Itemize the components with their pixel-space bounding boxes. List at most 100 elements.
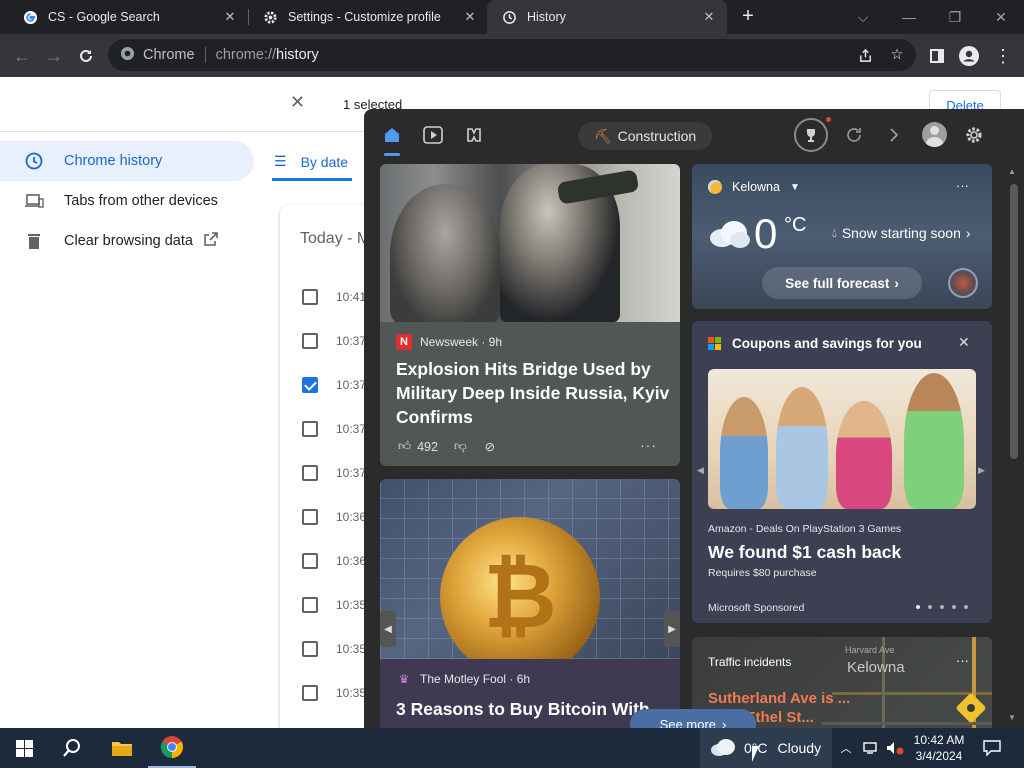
history-row[interactable]: 10:37 [280, 319, 370, 363]
chevron-up-icon[interactable]: ︿ [838, 728, 854, 768]
history-row[interactable]: 10:35 [280, 671, 370, 715]
carousel-next-icon[interactable]: ▶ [978, 465, 985, 476]
pager-dot[interactable] [952, 605, 956, 609]
menu-kebab-icon[interactable]: ⋮ [990, 43, 1016, 69]
more-options-icon[interactable]: ··· [640, 437, 657, 453]
history-row[interactable]: 10:41 [280, 275, 370, 319]
row-checkbox[interactable] [302, 685, 318, 701]
row-checkbox[interactable] [302, 465, 318, 481]
news-card-motley-fool[interactable]: ₿ ♛ The Motley Fool · 6h 3 Reasons to Bu… [380, 479, 680, 728]
url-host: history [276, 47, 319, 63]
news-card-newsweek[interactable]: N Newsweek · 9h Explosion Hits Bridge Us… [380, 164, 680, 466]
minimize-icon[interactable]: — [886, 0, 932, 34]
coupons-card[interactable]: Coupons and savings for you ✕ Amazon - D… [692, 321, 992, 623]
chevron-right-icon[interactable] [881, 122, 907, 148]
new-tab-button[interactable]: + [737, 6, 759, 28]
history-row[interactable]: 10:37 [280, 407, 370, 451]
taskbar-weather-widget[interactable]: 0°C Cloudy [700, 728, 832, 768]
search-icon[interactable] [48, 728, 96, 768]
weather-radar-thumbnail[interactable] [948, 268, 978, 298]
weather-card[interactable]: Kelowna ▼ ··· 0 °C 💧︎ Snow starting soon… [692, 164, 992, 309]
carousel-prev-icon[interactable]: ◀ [380, 611, 396, 647]
forward-button[interactable]: → [41, 43, 67, 69]
carousel-prev-icon[interactable]: ◀ [697, 465, 704, 476]
address-bar[interactable]: Chrome chrome:// history ☆ [108, 39, 916, 71]
chrome-taskbar-icon[interactable] [148, 728, 196, 768]
close-icon[interactable]: ✕ [701, 9, 717, 25]
volume-muted-icon[interactable] [884, 728, 906, 768]
thumbs-down-icon[interactable]: 👎︎ [454, 439, 467, 454]
window-close-icon[interactable]: ✕ [978, 0, 1024, 34]
location-label: Kelowna [732, 180, 780, 194]
side-panel-icon[interactable] [924, 43, 950, 69]
rewards-trophy-icon[interactable] [794, 118, 828, 152]
row-checkbox[interactable] [302, 333, 318, 349]
more-options-icon[interactable]: ··· [956, 653, 969, 668]
pager-dot[interactable] [964, 605, 968, 609]
tab-history[interactable]: History ✕ [487, 0, 727, 34]
more-options-icon[interactable]: ··· [956, 178, 969, 193]
sidebar-item-chrome-history[interactable]: Chrome history [0, 141, 254, 181]
topic-chip-construction[interactable]: ⛏ Construction [578, 122, 712, 150]
row-checkbox[interactable] [302, 553, 318, 569]
share-icon[interactable] [852, 39, 878, 71]
news-headline[interactable]: Explosion Hits Bridge Used by Military D… [396, 357, 671, 429]
history-row[interactable]: 10:36 [280, 495, 370, 539]
history-row[interactable]: 10:37 [280, 451, 370, 495]
scrollbar-thumb[interactable] [1010, 184, 1018, 459]
row-checkbox[interactable] [302, 641, 318, 657]
thumbs-up-icon[interactable]: 👍︎ [398, 439, 411, 454]
reload-button[interactable] [73, 43, 99, 69]
close-icon[interactable]: ✕ [222, 9, 238, 25]
row-checkbox[interactable] [302, 597, 318, 613]
tab-by-date[interactable]: ☰ By date [272, 145, 353, 181]
close-icon[interactable]: ✕ [958, 334, 970, 351]
scroll-down-icon[interactable]: ▼ [1008, 713, 1016, 722]
home-icon[interactable] [379, 122, 405, 148]
network-icon[interactable] [860, 728, 882, 768]
tab-search-chevron-icon[interactable]: ⌵ [840, 0, 886, 34]
back-button[interactable]: ← [9, 43, 35, 69]
history-row[interactable]: 10:36 [280, 539, 370, 583]
promo-image-person [720, 397, 768, 509]
see-more-button[interactable]: See more › [630, 709, 756, 728]
row-checkbox-checked[interactable] [302, 377, 318, 393]
sidebar-item-tabs-from-other-devices[interactable]: Tabs from other devices [0, 181, 254, 221]
history-row[interactable]: 10:35 [280, 627, 370, 671]
system-clock[interactable]: 10:42 AM 3/4/2024 [904, 732, 974, 764]
user-avatar[interactable] [922, 122, 947, 147]
row-checkbox[interactable] [302, 421, 318, 437]
hide-story-icon[interactable]: ⊘ [485, 439, 495, 454]
bookmark-star-icon[interactable]: ☆ [884, 39, 910, 71]
promo-headline[interactable]: We found $1 cash back [708, 542, 901, 563]
pager-dot[interactable] [928, 605, 932, 609]
file-explorer-icon[interactable] [98, 728, 146, 768]
history-row[interactable]: 10:37 [280, 363, 370, 407]
weather-location[interactable]: Kelowna ▼ [708, 180, 800, 194]
traffic-incident-pin-icon[interactable] [955, 692, 987, 724]
row-checkbox[interactable] [302, 509, 318, 525]
clear-selection-close-icon[interactable]: ✕ [290, 92, 305, 113]
video-icon[interactable] [420, 122, 446, 148]
refresh-icon[interactable] [841, 122, 867, 148]
tab-settings[interactable]: Settings - Customize profile ✕ [248, 0, 488, 34]
close-icon[interactable]: ✕ [462, 9, 478, 25]
carousel-next-icon[interactable]: ▶ [664, 611, 680, 647]
settings-gear-icon[interactable] [961, 122, 987, 148]
tab-google-search[interactable]: CS - Google Search ✕ [8, 0, 248, 34]
notifications-icon[interactable] [976, 728, 1008, 768]
restore-icon[interactable]: ❐ [932, 0, 978, 34]
pager-dot[interactable] [940, 605, 944, 609]
row-checkbox[interactable] [302, 289, 318, 305]
sidebar-item-clear-browsing-data[interactable]: Clear browsing data [0, 221, 254, 261]
start-button[interactable] [0, 728, 48, 768]
promo-image[interactable] [708, 369, 976, 509]
game-icon[interactable] [461, 122, 487, 148]
pager-dot[interactable] [916, 605, 920, 609]
tab-label: By date [300, 153, 349, 170]
weather-condition[interactable]: 💧︎ Snow starting soon › [832, 225, 971, 241]
see-full-forecast-button[interactable]: See full forecast › [762, 267, 922, 299]
profile-icon[interactable] [956, 43, 982, 69]
scroll-up-icon[interactable]: ▲ [1008, 167, 1016, 176]
history-row[interactable]: 10:35 [280, 583, 370, 627]
